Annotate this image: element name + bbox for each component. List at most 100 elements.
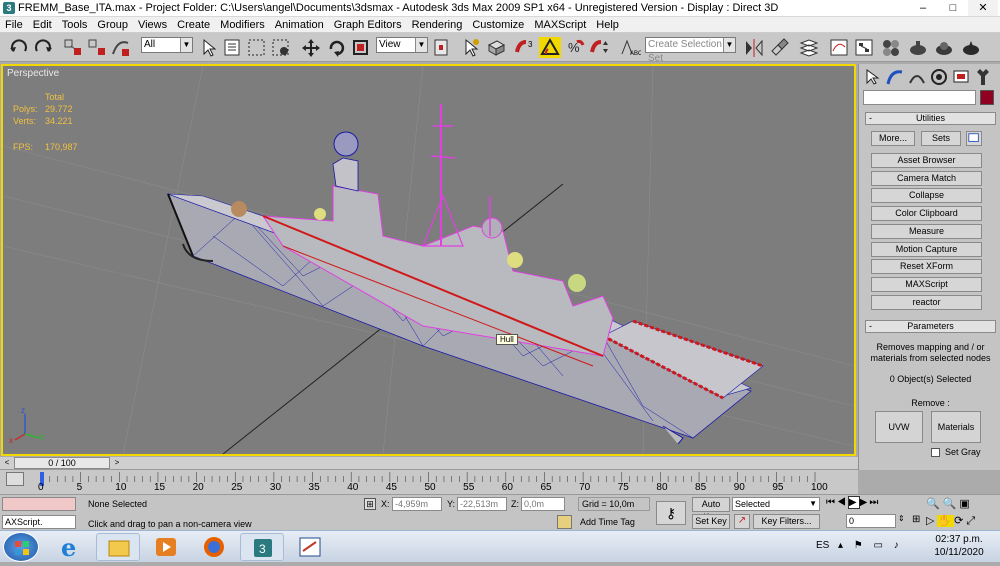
bind-to-space-warp-icon[interactable] <box>110 37 132 58</box>
mirror-icon[interactable] <box>743 37 765 58</box>
frame-spinner-icon[interactable]: ⇕ <box>898 514 910 528</box>
parameters-rollout-header[interactable]: - Parameters <box>865 320 996 333</box>
viewport-nav-row2[interactable]: ▷✋⟳⤢ <box>926 514 978 528</box>
utilities-icon[interactable] <box>973 67 993 87</box>
display-icon[interactable] <box>951 67 971 87</box>
unlink-selection-icon[interactable] <box>86 37 108 58</box>
3dsmax-icon[interactable]: 3 <box>240 533 284 561</box>
select-and-rotate-icon[interactable] <box>326 37 348 58</box>
pivot-center-icon[interactable] <box>431 37 453 58</box>
rectangular-selection-icon[interactable] <box>246 37 268 58</box>
menu-tools[interactable]: Tools <box>57 17 93 31</box>
time-tag-icon[interactable] <box>557 515 572 529</box>
object-color-swatch[interactable] <box>980 90 994 105</box>
asset-browser-button[interactable]: Asset Browser <box>871 153 982 168</box>
utilities-rollout-header[interactable]: - Utilities <box>865 112 996 125</box>
pan-view-icon[interactable]: ✋ <box>937 515 955 527</box>
zoom-all-icon[interactable]: 🔍 <box>943 498 960 510</box>
select-and-link-icon[interactable] <box>62 37 84 58</box>
percent-snap-icon[interactable]: % <box>564 37 586 58</box>
goto-start-icon[interactable]: ⏮ <box>826 497 837 508</box>
motion-icon[interactable] <box>929 67 949 87</box>
select-and-move-icon[interactable] <box>300 37 322 58</box>
reactor-button[interactable]: reactor <box>871 295 982 310</box>
zoom-icon[interactable]: 🔍 <box>926 498 943 510</box>
minimize-button[interactable]: – <box>908 0 938 16</box>
sets-button[interactable]: Sets <box>921 131 961 146</box>
viewport-nav-row1[interactable]: 🔍🔍▣ <box>926 497 973 510</box>
camera-match-button[interactable]: Camera Match <box>871 171 982 186</box>
language-indicator[interactable]: ES <box>816 540 829 551</box>
track-bar[interactable]: 0 5 10 15 20 25 30 35 40 45 50 55 60 65 70 75 80 85 90 95 10… <box>0 470 858 494</box>
auto-key-button[interactable]: Auto Key <box>692 497 730 522</box>
select-and-scale-icon[interactable] <box>350 37 372 58</box>
default-in-out-tangent-icon[interactable]: ↗ <box>734 514 750 529</box>
set-key-button[interactable]: Set Key <box>692 514 730 529</box>
edit-named-selection-icon[interactable]: ABC <box>619 37 643 58</box>
object-name-field[interactable] <box>863 90 976 105</box>
snaps-toggle-icon[interactable]: 3 <box>514 37 536 58</box>
set-keys-key-icon[interactable]: ⚷ <box>656 501 686 525</box>
key-mode-dropdown[interactable]: Selected ▼ <box>732 497 820 511</box>
angle-snap-icon[interactable] <box>539 37 561 58</box>
zoom-extents-icon[interactable]: ▣ <box>959 498 972 510</box>
menu-modifiers[interactable]: Modifiers <box>215 17 270 31</box>
menu-customize[interactable]: Customize <box>467 17 529 31</box>
slider-left-arrow-icon[interactable]: < <box>2 458 12 468</box>
menu-help[interactable]: Help <box>591 17 624 31</box>
rendered-frame-window-icon[interactable] <box>933 37 955 58</box>
ship-wireframe-model[interactable] <box>3 66 854 454</box>
menu-animation[interactable]: Animation <box>270 17 329 31</box>
more-button[interactable]: More... <box>871 131 915 146</box>
media-player-icon[interactable] <box>144 533 188 561</box>
window-crossing-icon[interactable] <box>270 37 292 58</box>
clock-time[interactable]: 02:37 p.m. <box>928 534 990 545</box>
goto-end-icon[interactable]: ⏭ <box>869 497 880 508</box>
material-editor-icon[interactable] <box>880 37 902 58</box>
menu-views[interactable]: Views <box>133 17 172 31</box>
x-coordinate-field[interactable]: -4,959m <box>392 497 442 511</box>
reset-xform-button[interactable]: Reset XForm <box>871 259 982 274</box>
align-icon[interactable] <box>768 37 790 58</box>
time-slider-thumb[interactable]: 0 / 100 <box>14 457 110 469</box>
perspective-viewport[interactable]: Perspective Total Polys: 29.772 Verts: 3… <box>1 64 856 456</box>
prev-frame-icon[interactable]: ◀ <box>837 497 848 508</box>
layer-manager-icon[interactable] <box>798 37 820 58</box>
named-selection-sets-dropdown[interactable]: Create Selection Set ▼ <box>645 37 736 64</box>
menu-file[interactable]: File <box>0 17 28 31</box>
selection-filter-dropdown[interactable]: All ▼ <box>141 37 193 53</box>
select-by-name-icon[interactable] <box>222 37 244 58</box>
curve-editor-icon[interactable] <box>828 37 850 58</box>
redo-icon[interactable] <box>32 37 54 58</box>
motion-capture-button[interactable]: Motion Capture <box>871 242 982 257</box>
configure-sets-icon[interactable] <box>966 131 982 146</box>
set-gray-checkbox[interactable] <box>931 448 940 457</box>
maximize-button[interactable]: □ <box>938 0 968 16</box>
lock-selection-icon[interactable]: ⊞ <box>364 498 376 510</box>
start-button[interactable] <box>3 532 39 562</box>
schematic-view-icon[interactable] <box>853 37 875 58</box>
tray-icons[interactable]: ▴ ⚑ ▭ ♪ <box>838 540 903 551</box>
maxscript-listener-mini[interactable] <box>2 497 76 511</box>
clock-date[interactable]: 10/11/2020 <box>928 547 990 558</box>
collapse-button[interactable]: Collapse <box>871 188 982 203</box>
viewport-label[interactable]: Perspective <box>7 68 59 79</box>
app-logo-icon[interactable]: 3 <box>3 2 15 14</box>
explorer-icon[interactable] <box>96 533 140 561</box>
select-and-manipulate-icon[interactable] <box>460 37 482 58</box>
maxscript-button[interactable]: MAXScript <box>871 277 982 292</box>
select-object-icon[interactable] <box>198 37 220 58</box>
quick-render-icon[interactable] <box>960 37 982 58</box>
menu-rendering[interactable]: Rendering <box>407 17 468 31</box>
reference-coordinate-dropdown[interactable]: View ▼ <box>376 37 428 53</box>
current-frame-field[interactable]: 0 <box>846 514 896 528</box>
materials-button[interactable]: Materials <box>931 411 981 443</box>
next-frame-icon[interactable]: ▶ <box>860 497 870 508</box>
playback-controls[interactable]: ⏮◀▶▶⏭ <box>826 496 880 509</box>
menu-maxscript[interactable]: MAXScript <box>529 17 591 31</box>
measure-button[interactable]: Measure <box>871 224 982 239</box>
hierarchy-icon[interactable] <box>907 67 927 87</box>
menu-edit[interactable]: Edit <box>28 17 57 31</box>
render-setup-icon[interactable] <box>907 37 929 58</box>
close-button[interactable]: ✕ <box>968 0 998 16</box>
